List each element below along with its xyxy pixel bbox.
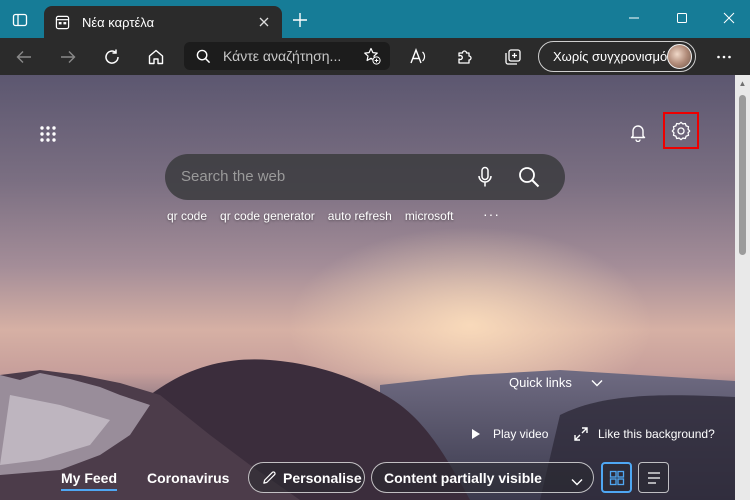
- play-icon: [469, 427, 483, 441]
- tab-title: Νέα καρτέλα: [82, 14, 155, 30]
- play-video-label: Play video: [493, 427, 549, 441]
- personalise-button[interactable]: Personalise: [248, 462, 365, 493]
- avatar: [667, 44, 692, 69]
- refresh-icon: [105, 49, 119, 64]
- back-arrow-icon: [16, 51, 31, 63]
- web-search-input[interactable]: Search the web: [181, 168, 285, 185]
- voice-search-button[interactable]: [470, 163, 500, 191]
- puzzle-icon: [458, 50, 472, 64]
- extensions-button[interactable]: [452, 44, 478, 70]
- browser-toolbar: Κάντε αναζήτηση... Χωρίς συγχρονισμό: [0, 38, 750, 75]
- tab-actions-button[interactable]: [8, 8, 32, 32]
- like-background-button[interactable]: Like this background?: [574, 427, 715, 441]
- apps-launcher-button[interactable]: [36, 122, 60, 146]
- page-settings-button[interactable]: [663, 112, 699, 149]
- grid-view-icon: [609, 470, 624, 485]
- refresh-button[interactable]: [99, 44, 125, 70]
- new-tab-page-icon: [54, 14, 70, 30]
- search-suggestions: qr code qr code generator auto refresh m…: [167, 209, 467, 227]
- quick-links-label: Quick links: [509, 375, 572, 390]
- minimize-button[interactable]: [622, 6, 646, 30]
- address-input[interactable]: Κάντε αναζήτηση...: [223, 48, 347, 64]
- tab-coronavirus[interactable]: Coronavirus: [147, 470, 229, 486]
- personalise-label: Personalise: [283, 469, 362, 486]
- forward-arrow-icon: [61, 51, 76, 63]
- expand-arrows-icon: [574, 427, 588, 441]
- play-video-button[interactable]: Play video: [469, 427, 548, 441]
- more-suggestions-button[interactable]: ···: [483, 206, 500, 222]
- forward-button[interactable]: [55, 44, 81, 70]
- collections-icon: [505, 49, 521, 65]
- new-tab-page: Search the web qr code qr code generator…: [0, 75, 735, 500]
- suggestion-link[interactable]: qr code generator: [220, 209, 315, 227]
- list-view-button[interactable]: [638, 462, 669, 493]
- chevron-down-icon: [590, 376, 604, 390]
- home-icon: [148, 49, 164, 65]
- scrollbar-thumb[interactable]: [739, 95, 746, 255]
- maximize-button[interactable]: [670, 6, 694, 30]
- grid-dots-icon: [40, 126, 56, 142]
- add-favorite-button[interactable]: [362, 46, 382, 66]
- notifications-button[interactable]: [626, 120, 650, 144]
- quick-links-toggle[interactable]: Quick links: [509, 375, 604, 390]
- plus-icon: [293, 13, 307, 27]
- close-tab-icon[interactable]: [256, 14, 272, 30]
- tab-new-tab[interactable]: Νέα καρτέλα: [44, 6, 282, 38]
- gear-icon: [671, 121, 691, 140]
- search-icon: [196, 49, 211, 63]
- web-search-submit-button[interactable]: [514, 162, 544, 192]
- vertical-scrollbar[interactable]: ▲: [735, 75, 750, 500]
- tab-strip: Νέα καρτέλα: [0, 0, 750, 38]
- web-search-box[interactable]: Search the web: [165, 154, 565, 200]
- content-visibility-value: Content partially visible: [384, 469, 542, 486]
- back-button[interactable]: [11, 44, 37, 70]
- suggestion-link[interactable]: auto refresh: [328, 209, 392, 227]
- close-window-button[interactable]: [717, 6, 741, 30]
- suggestion-link[interactable]: qr code: [167, 209, 207, 227]
- star-plus-icon: [364, 47, 381, 65]
- content-visibility-dropdown[interactable]: Content partially visible: [371, 462, 594, 493]
- home-button[interactable]: [143, 44, 169, 70]
- new-tab-button[interactable]: [288, 8, 312, 32]
- address-bar[interactable]: Κάντε αναζήτηση...: [184, 42, 390, 70]
- suggestion-link[interactable]: microsoft: [405, 209, 454, 227]
- profile-sync-button[interactable]: Χωρίς συγχρονισμό: [538, 41, 696, 72]
- grid-view-button[interactable]: [601, 462, 632, 493]
- like-background-label: Like this background?: [598, 427, 715, 441]
- minimize-icon: [629, 17, 639, 19]
- read-aloud-button[interactable]: [404, 44, 430, 70]
- collections-button[interactable]: [500, 44, 526, 70]
- list-view-icon: [647, 471, 660, 484]
- pencil-icon: [263, 471, 276, 484]
- close-icon: [723, 12, 735, 24]
- maximize-icon: [677, 13, 687, 23]
- tab-actions-icon: [12, 13, 28, 27]
- read-aloud-icon: [410, 48, 426, 64]
- bell-icon: [630, 125, 646, 142]
- chevron-down-icon: [571, 473, 583, 489]
- scroll-up-arrow-icon[interactable]: ▲: [738, 79, 747, 88]
- search-icon: [519, 167, 540, 188]
- feed-navigation: My Feed Coronavirus Personalise Content …: [0, 459, 735, 500]
- settings-and-more-button[interactable]: [711, 44, 737, 70]
- tab-my-feed[interactable]: My Feed: [61, 470, 118, 491]
- more-horizontal-icon: [717, 55, 731, 59]
- microphone-icon: [478, 166, 492, 187]
- sync-status-label: Χωρίς συγχρονισμό: [553, 49, 668, 64]
